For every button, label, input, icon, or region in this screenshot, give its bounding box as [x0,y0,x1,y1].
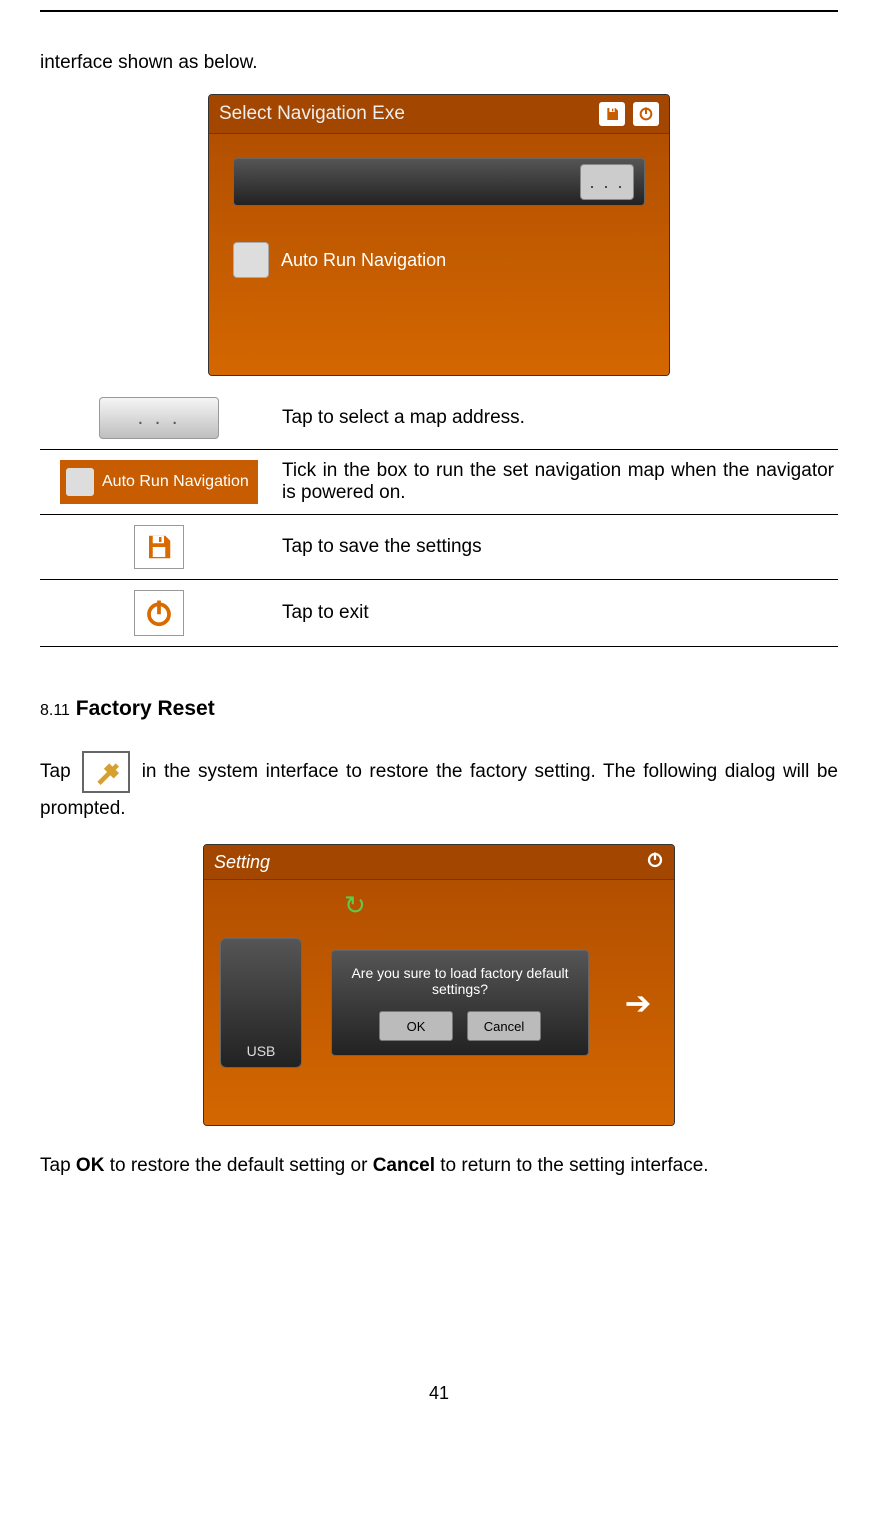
cancel-button[interactable]: Cancel [467,1011,541,1041]
next-arrow-icon[interactable]: ➔ [618,983,658,1023]
select-navigation-screenshot: Select Navigation Exe . . . Auto Run Nav… [208,94,670,376]
legend-desc-save: Tap to save the settings [278,515,838,580]
screenshot2-title: Setting [214,852,270,873]
section-heading: 8.11 Factory Reset [40,697,838,721]
power-icon [134,590,184,636]
power-icon[interactable] [646,851,664,874]
screenshot1-title: Select Navigation Exe [219,103,591,125]
icon-legend-table: . . . Tap to select a map address. Auto … [40,387,838,647]
factory-reset-screenshot: Setting ↻ USB Are you sure to load facto… [203,844,675,1126]
navigation-path-input[interactable] [244,169,580,195]
auto-run-navigation-icon: Auto Run Navigation [60,460,258,504]
auto-run-label: Auto Run Navigation [281,250,446,271]
browse-button[interactable]: . . . [580,164,634,200]
intro-text: interface shown as below. [40,52,838,74]
ok-button[interactable]: OK [379,1011,453,1041]
page-number: 41 [40,1383,838,1424]
factory-reset-paragraph: Tap in the system interface to restore t… [40,751,838,825]
auto-run-checkbox[interactable] [233,242,269,278]
dialog-text: Are you sure to load factory default set… [344,965,576,997]
legend-desc-browse: Tap to select a map address. [278,387,838,450]
path-input-row: . . . [233,158,645,206]
refresh-icon: ↻ [344,890,366,921]
power-icon[interactable] [633,102,659,126]
confirm-dialog: Are you sure to load factory default set… [331,950,589,1056]
save-icon[interactable] [599,102,625,126]
save-icon [134,525,184,569]
legend-desc-autorun: Tick in the box to run the set navigatio… [278,450,838,515]
factory-reset-icon [82,751,130,793]
closing-paragraph: Tap OK to restore the default setting or… [40,1150,838,1182]
legend-desc-power: Tap to exit [278,580,838,647]
browse-icon: . . . [99,397,219,439]
usb-tile[interactable]: USB [220,938,302,1068]
